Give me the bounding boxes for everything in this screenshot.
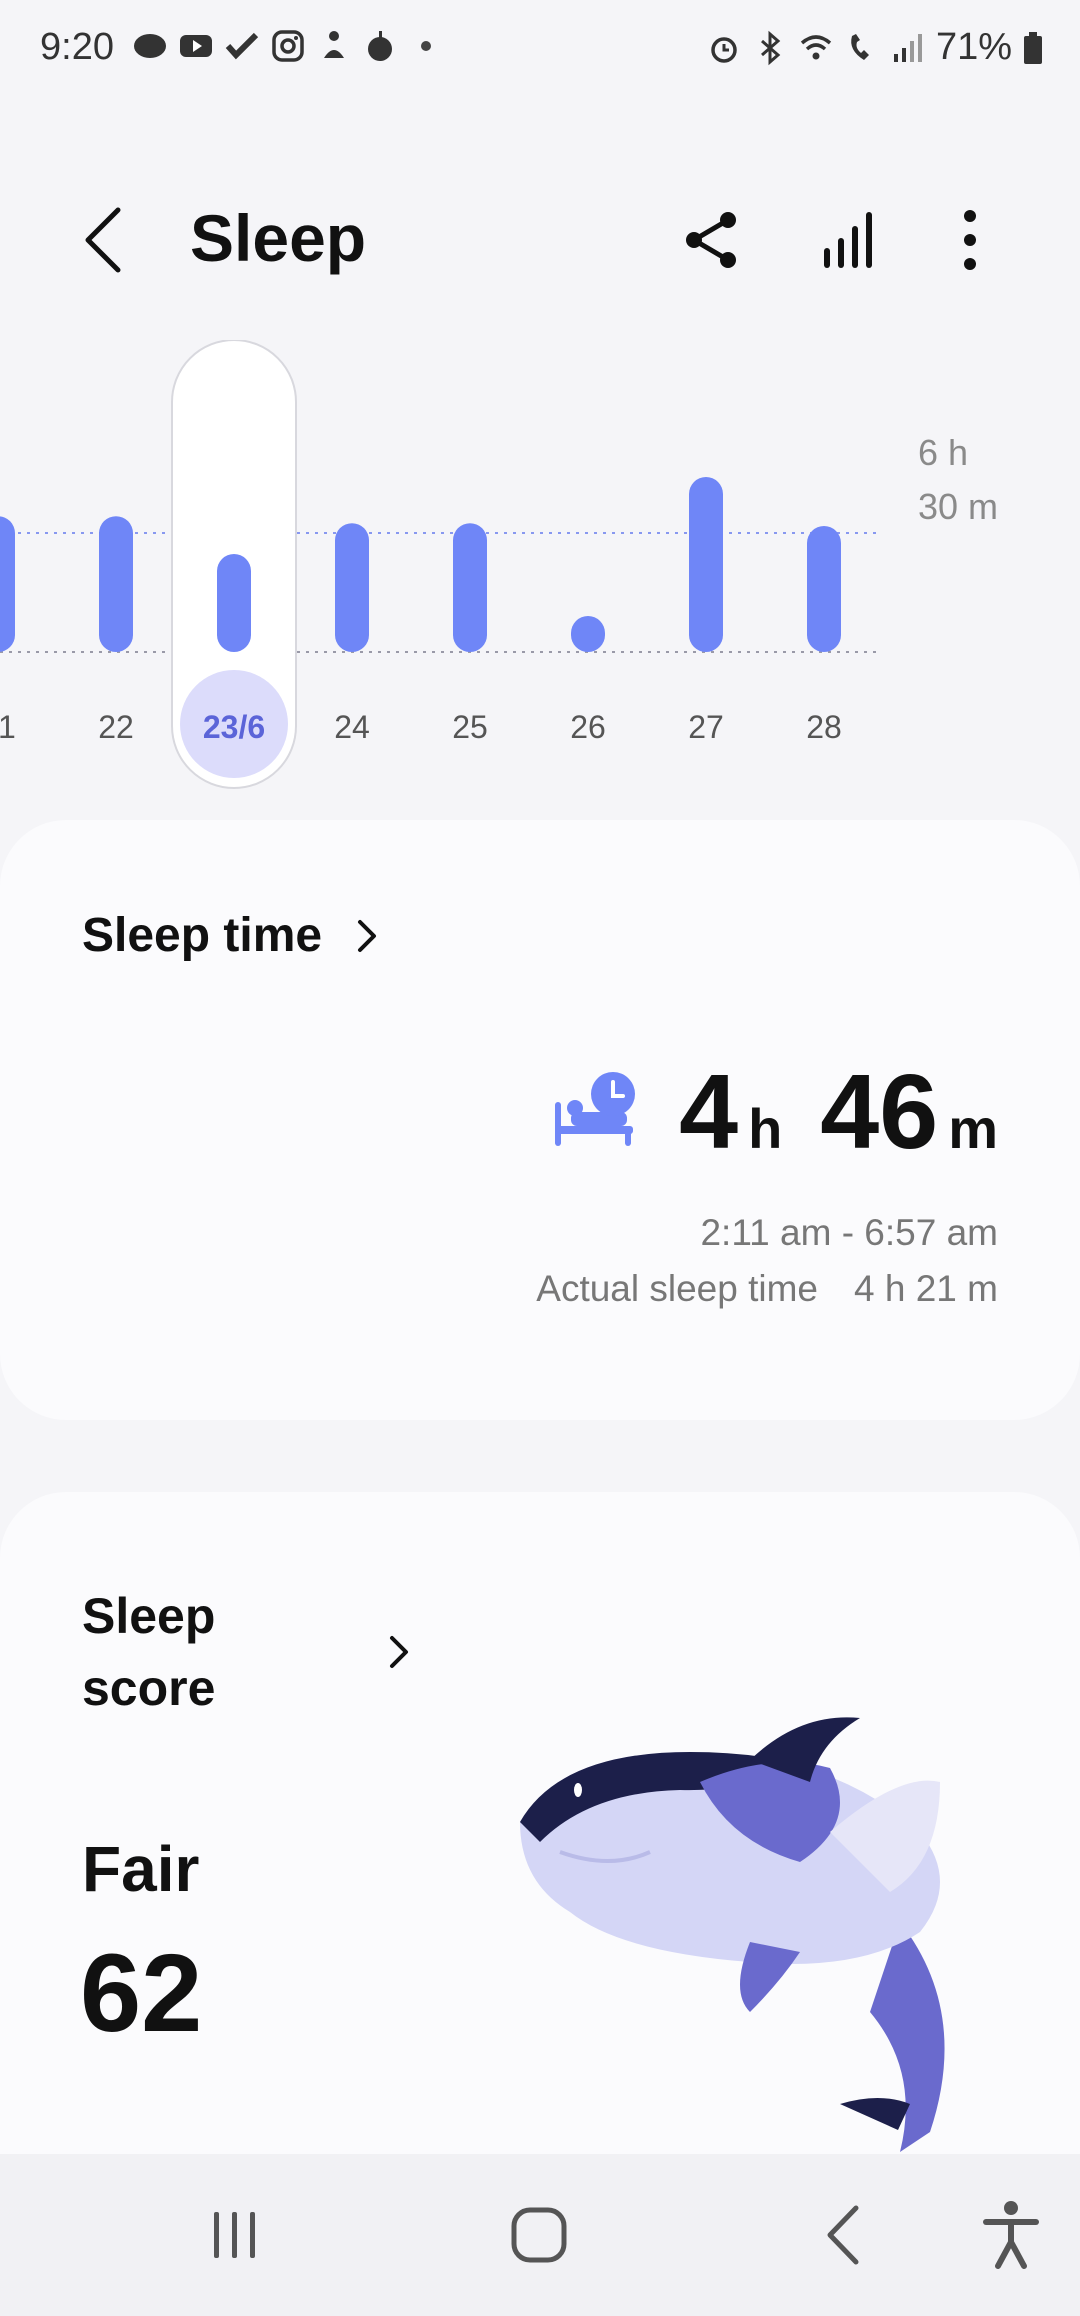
statistics-button[interactable] — [812, 202, 888, 278]
chart-day[interactable]: 28 — [806, 526, 842, 745]
wifi-icon — [798, 30, 834, 66]
sleep-time-header[interactable]: Sleep time — [82, 908, 386, 963]
sleep-bar-chart: 21 22 23/6 24 25 26 27 28 — [0, 340, 880, 789]
chart-day[interactable]: 22 — [98, 516, 134, 745]
day-label: 22 — [98, 709, 134, 745]
reference-minutes: 30 m — [918, 486, 999, 527]
back-nav-button[interactable] — [800, 2190, 890, 2280]
day-label: 27 — [688, 709, 724, 745]
actual-sleep-label: Actual sleep time — [536, 1268, 819, 1309]
home-icon — [511, 2207, 567, 2263]
meditation-icon — [316, 28, 352, 64]
sleep-bar — [99, 516, 133, 652]
system-navigation-bar — [0, 2154, 1080, 2316]
bed-clock-icon — [555, 1071, 636, 1146]
battery-percentage: 71% — [935, 26, 1012, 68]
sleep-minutes-value: 46 — [820, 1053, 939, 1171]
status-time: 9:20 — [40, 26, 114, 68]
youtube-icon — [178, 28, 214, 64]
system-icons: 71% — [706, 26, 1044, 69]
signal-icon — [890, 30, 926, 66]
sleep-minutes-unit: m — [948, 1097, 998, 1160]
day-label: 28 — [806, 709, 842, 745]
chart-day[interactable]: 24 — [334, 523, 370, 745]
recents-button[interactable] — [190, 2190, 280, 2280]
chat-icon — [132, 28, 168, 64]
chart-day[interactable]: 25 — [452, 523, 488, 745]
day-label: 24 — [334, 709, 370, 745]
accessibility-icon — [983, 2201, 1039, 2269]
sleep-time-title: Sleep time — [82, 909, 323, 962]
sleep-time-range: 2:11 am - 6:57 am — [700, 1212, 998, 1253]
more-vert-icon — [964, 210, 976, 270]
actual-sleep-value: 4 h 21 m — [854, 1268, 998, 1309]
chevron-left-icon — [85, 207, 121, 273]
sleep-score-value: 62 — [80, 1932, 203, 2055]
home-button[interactable] — [494, 2190, 584, 2280]
day-label: 21 — [0, 709, 16, 745]
sleep-bar — [0, 516, 15, 652]
back-button[interactable] — [70, 202, 140, 278]
sleep-hours-unit: h — [748, 1097, 783, 1160]
app-header: Sleep — [0, 180, 1080, 300]
sleep-chart: 21 22 23/6 24 25 26 27 28 6 h 30 m — [0, 340, 1080, 800]
instagram-icon — [270, 28, 306, 64]
dot-icon — [408, 28, 444, 64]
sleep-duration: 4 h 46 m — [549, 1052, 998, 1173]
alarm-icon — [706, 30, 742, 66]
sleep-bar — [335, 523, 369, 652]
sleep-bar — [217, 554, 251, 652]
battery-icon — [1022, 30, 1044, 66]
sleep-hours-value: 4 — [679, 1053, 739, 1171]
chart-day[interactable]: 26 — [570, 616, 606, 745]
sleep-bar — [453, 523, 487, 652]
chart-day-selected[interactable]: 23/6 — [171, 340, 297, 789]
sleep-score-rating: Fair — [82, 1833, 200, 1905]
notification-icons — [132, 28, 444, 64]
more-options-button[interactable] — [932, 202, 1008, 278]
share-icon — [686, 212, 736, 268]
day-label: 23/6 — [203, 709, 265, 745]
chart-day[interactable]: 21 — [0, 516, 16, 745]
chart-day[interactable]: 27 — [688, 477, 724, 745]
day-label: 26 — [570, 709, 606, 745]
shark-mascot-image — [520, 1717, 945, 2152]
recents-icon — [214, 2212, 255, 2258]
bluetooth-icon — [752, 30, 788, 66]
sleep-time-card[interactable]: Sleep time 4 h 46 m 2:11 am - 6:57 am Ac… — [0, 820, 1080, 1420]
sleep-bar — [807, 526, 841, 652]
page-title: Sleep — [190, 201, 367, 275]
sleep-score-title[interactable]: Sleep score — [82, 1580, 322, 1724]
bar-chart-icon — [824, 212, 872, 268]
reference-line-label: 6 h 30 m — [918, 426, 998, 534]
back-nav-icon — [827, 2205, 859, 2265]
share-button[interactable] — [674, 202, 750, 278]
sleep-bar — [571, 616, 605, 652]
sleep-screen: 9:20 71% Sleep 1 22 23/6 24 25 26 27 28 … — [0, 0, 1080, 2316]
check-icon — [224, 28, 260, 64]
chevron-right-icon — [358, 919, 377, 952]
status-bar: 9:20 71% — [0, 0, 1080, 100]
wifi-call-icon — [844, 30, 880, 66]
reference-hours: 6 h — [918, 432, 969, 473]
sleep-bar — [689, 477, 723, 652]
actual-sleep-row: Actual sleep time 4 h 21 m — [536, 1268, 998, 1310]
chevron-right-icon[interactable] — [378, 1632, 418, 1672]
accessibility-button[interactable] — [966, 2190, 1056, 2280]
apple-icon — [362, 28, 398, 64]
day-label: 25 — [452, 709, 488, 745]
